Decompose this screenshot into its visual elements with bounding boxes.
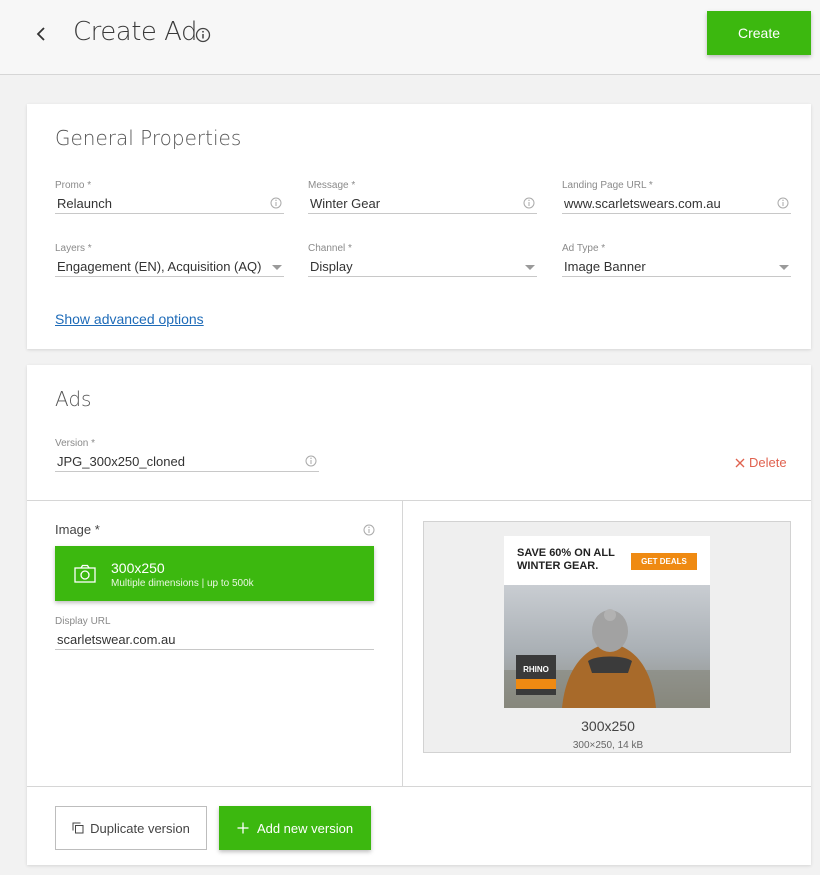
brand-name: RHINO — [523, 665, 549, 674]
promo-value: Relaunch — [57, 196, 112, 211]
message-value: Winter Gear — [310, 196, 381, 211]
layers-select[interactable]: Layers * Engagement (EN), Acquisition (A… — [55, 243, 284, 277]
preview-meta: 300×250, 14 kB — [572, 740, 644, 751]
info-icon[interactable] — [523, 197, 535, 209]
version-field[interactable]: Version * JPG_300x250_cloned — [55, 438, 319, 472]
version-value: JPG_300x250_cloned — [57, 454, 185, 469]
page-title: Create Ad — [73, 17, 198, 47]
image-label: Image * — [55, 522, 100, 537]
back-arrow-icon[interactable] — [30, 22, 54, 46]
info-icon[interactable] — [777, 197, 789, 209]
ad-banner-header: SAVE 60% ON ALL WINTER GEAR. GET DEALS — [504, 536, 710, 585]
landing-page-url-label: Landing Page URL * — [562, 180, 653, 191]
page-header: Create Ad Create — [0, 0, 820, 75]
ads-card: Ads Version * JPG_300x250_cloned Delete … — [27, 365, 811, 865]
channel-label: Channel * — [308, 243, 352, 254]
upload-hint: Multiple dimensions | up to 500k — [111, 578, 254, 589]
divider — [27, 500, 811, 501]
dropdown-caret-icon[interactable] — [525, 265, 535, 270]
brand-logo: RHINO — [516, 655, 556, 695]
add-new-version-button[interactable]: Add new version — [219, 806, 371, 850]
close-icon — [735, 458, 745, 467]
ads-title: Ads — [55, 387, 92, 411]
ad-headline: SAVE 60% ON ALL WINTER GEAR. — [517, 547, 615, 572]
channel-value: Display — [310, 259, 353, 274]
brand-bar — [516, 679, 556, 689]
dropdown-caret-icon[interactable] — [272, 265, 282, 270]
info-icon[interactable] — [363, 524, 375, 536]
promo-field[interactable]: Promo * Relaunch — [55, 180, 284, 214]
display-url-value: scarletswear.com.au — [57, 632, 176, 647]
ad-preview-image[interactable]: SAVE 60% ON ALL WINTER GEAR. GET DEALS R… — [504, 536, 710, 708]
layers-label: Layers * — [55, 243, 92, 254]
create-button[interactable]: Create — [707, 11, 811, 55]
camera-icon — [74, 564, 96, 583]
message-field[interactable]: Message * Winter Gear — [308, 180, 537, 214]
image-upload-button[interactable]: 300x250 Multiple dimensions | up to 500k — [55, 546, 374, 601]
promo-label: Promo * — [55, 180, 92, 191]
info-icon[interactable] — [305, 455, 317, 467]
landing-page-url-value: www.scarletswears.com.au — [564, 196, 721, 211]
divider — [402, 500, 403, 786]
info-icon[interactable] — [270, 197, 282, 209]
ad-type-value: Image Banner — [564, 259, 646, 274]
landing-page-url-field[interactable]: Landing Page URL * www.scarletswears.com… — [562, 180, 791, 214]
ad-cta: GET DEALS — [631, 553, 697, 570]
channel-select[interactable]: Channel * Display — [308, 243, 537, 277]
ad-type-select[interactable]: Ad Type * Image Banner — [562, 243, 791, 277]
info-icon[interactable] — [195, 27, 211, 43]
delete-version-button[interactable]: Delete — [735, 455, 787, 470]
message-label: Message * — [308, 180, 356, 191]
dropdown-caret-icon[interactable] — [779, 265, 789, 270]
delete-label: Delete — [749, 455, 787, 470]
display-url-label: Display URL — [55, 616, 111, 627]
plus-icon — [237, 822, 249, 834]
version-label: Version * — [55, 438, 96, 449]
layers-value: Engagement (EN), Acquisition (AQ) — [57, 259, 262, 274]
general-properties-card: General Properties Promo * Relaunch Mess… — [27, 104, 811, 349]
upload-dimensions: 300x250 — [111, 560, 165, 576]
general-properties-title: General Properties — [55, 126, 242, 150]
duplicate-version-button[interactable]: Duplicate version — [55, 806, 207, 850]
duplicate-version-label: Duplicate version — [90, 820, 190, 836]
ad-type-label: Ad Type * — [562, 243, 606, 254]
add-new-version-label: Add new version — [256, 820, 354, 836]
ad-photo: RHINO — [504, 585, 710, 708]
show-advanced-options-link[interactable]: Show advanced options — [55, 311, 204, 327]
preview-name: 300x250 — [581, 718, 635, 734]
copy-icon — [72, 822, 84, 834]
display-url-field[interactable]: Display URL scarletswear.com.au — [55, 616, 374, 650]
divider — [27, 786, 811, 787]
ad-preview-panel: SAVE 60% ON ALL WINTER GEAR. GET DEALS R… — [423, 521, 791, 753]
